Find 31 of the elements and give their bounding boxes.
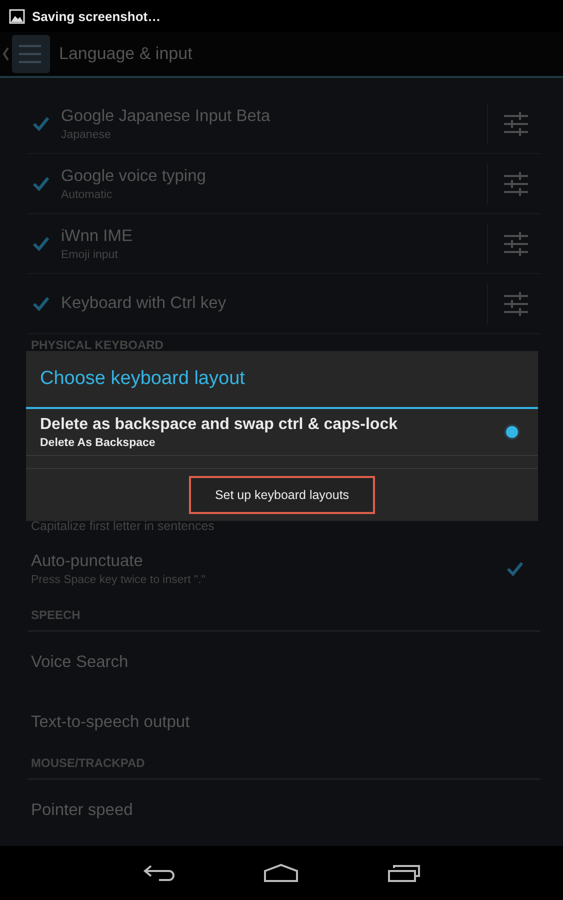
settings-app-icon bbox=[11, 34, 51, 74]
recent-apps-icon[interactable] bbox=[386, 863, 420, 883]
input-method-title[interactable]: Google voice typing bbox=[61, 166, 487, 186]
settings-sliders-icon[interactable] bbox=[504, 172, 528, 196]
setup-layouts-button[interactable]: Set up keyboard layouts bbox=[189, 476, 375, 514]
checkbox[interactable] bbox=[506, 561, 524, 577]
input-method-title[interactable]: Keyboard with Ctrl key bbox=[61, 294, 487, 313]
input-method-title[interactable]: Google Japanese Input Beta bbox=[61, 106, 487, 126]
checkbox[interactable] bbox=[32, 176, 50, 192]
screen-title: Language & input bbox=[59, 44, 192, 64]
checkbox[interactable] bbox=[32, 116, 50, 132]
dialog-title: Choose keyboard layout bbox=[40, 368, 245, 390]
layout-option-title[interactable]: Delete as backspace and swap ctrl & caps-lock bbox=[40, 416, 504, 434]
home-icon[interactable] bbox=[262, 863, 298, 883]
settings-sliders-icon[interactable] bbox=[504, 112, 528, 136]
setting-title[interactable]: Voice Search bbox=[31, 652, 128, 672]
settings-sliders-icon[interactable] bbox=[504, 292, 528, 316]
setting-title[interactable]: Pointer speed bbox=[31, 800, 133, 820]
setting-title[interactable]: Text-to-speech output bbox=[31, 712, 190, 732]
settings-sliders-icon[interactable] bbox=[504, 232, 528, 256]
checkbox[interactable] bbox=[32, 236, 50, 252]
back-caret-icon bbox=[2, 47, 10, 61]
input-method-title[interactable]: iWnn IME bbox=[61, 226, 487, 246]
radio-button[interactable] bbox=[504, 424, 520, 440]
up-button[interactable] bbox=[2, 34, 51, 74]
picture-icon bbox=[9, 8, 25, 24]
back-icon[interactable] bbox=[142, 864, 174, 882]
layout-option-subtitle: Delete As Backspace bbox=[40, 436, 156, 448]
setting-title[interactable]: Auto-punctuate bbox=[31, 552, 506, 571]
checkbox[interactable] bbox=[32, 296, 50, 312]
notification-text: Saving screenshot… bbox=[32, 8, 161, 24]
